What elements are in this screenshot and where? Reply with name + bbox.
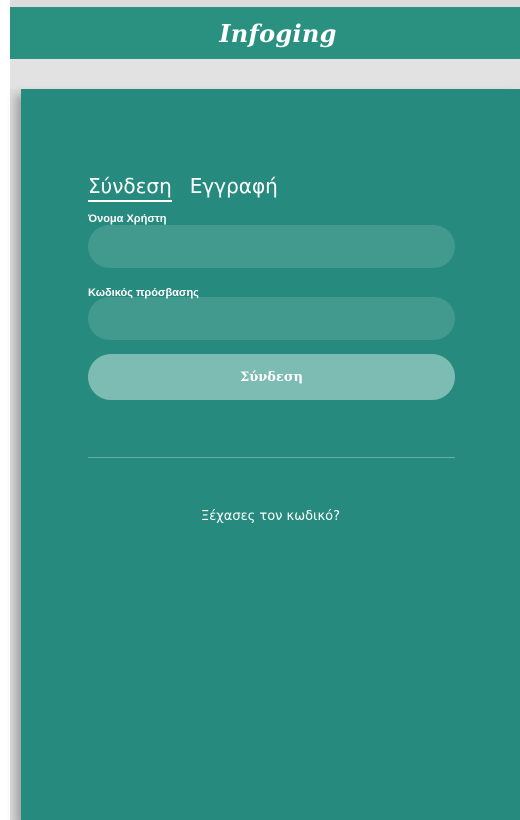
tab-login[interactable]: Σύνδεση — [88, 174, 172, 202]
password-input[interactable] — [88, 297, 455, 340]
header-shadow-band — [10, 59, 520, 89]
page-margin — [0, 0, 10, 820]
username-label: Όνομα Χρήστη — [88, 213, 167, 225]
divider — [88, 457, 455, 458]
forgot-password-link[interactable]: Ξέχασες τον κωδικό? — [21, 509, 520, 524]
top-header: Infoging — [10, 7, 520, 59]
auth-tabs: Σύνδεση Εγγραφή — [88, 174, 278, 202]
brand-logo: Infoging — [219, 18, 337, 48]
login-button[interactable]: Σύνδεση — [88, 354, 455, 400]
tab-register[interactable]: Εγγραφή — [190, 174, 278, 202]
login-panel: Σύνδεση Εγγραφή Όνομα Χρήστη Κωδικός πρό… — [21, 89, 520, 820]
username-input[interactable] — [88, 225, 455, 268]
